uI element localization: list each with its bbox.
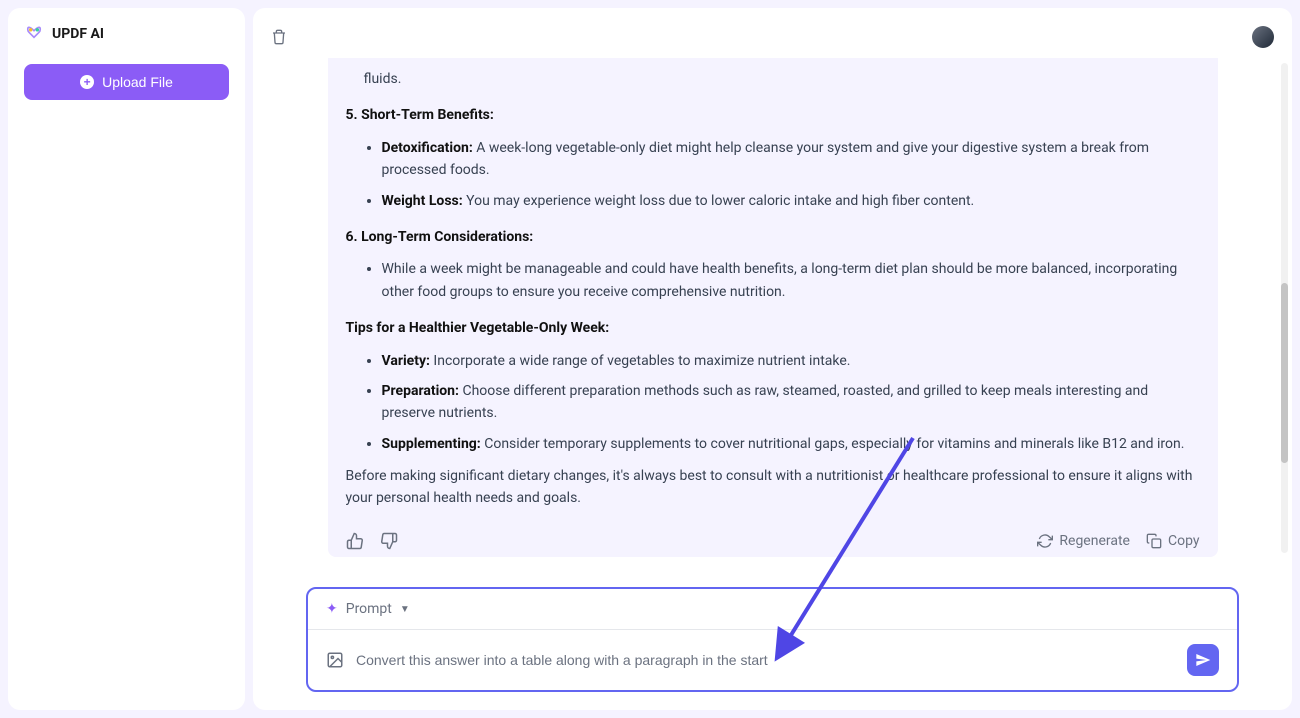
thumbs-down-icon[interactable] — [380, 532, 398, 550]
regenerate-icon — [1037, 533, 1053, 549]
upload-file-button[interactable]: + Upload File — [24, 64, 229, 100]
prompt-label: Prompt — [346, 601, 392, 617]
prompt-area: ✦ Prompt ▼ — [306, 587, 1239, 692]
copy-icon — [1146, 533, 1162, 549]
main-header — [271, 26, 1274, 48]
scrollbar-thumb[interactable] — [1281, 283, 1288, 463]
section-5-heading: 5. Short-Term Benefits: — [346, 104, 1200, 126]
prompt-selector[interactable]: ✦ Prompt ▼ — [308, 589, 1237, 630]
fluids-trail: fluids. — [346, 68, 1200, 90]
trash-icon[interactable] — [271, 29, 287, 45]
thumbs-up-icon[interactable] — [346, 532, 364, 550]
sidebar: UPDF AI + Upload File — [8, 8, 245, 710]
answer-card: fluids. 5. Short-Term Benefits: Detoxifi… — [328, 58, 1218, 557]
image-icon[interactable] — [326, 651, 344, 669]
supp-item: Supplementing: Consider temporary supple… — [382, 433, 1200, 455]
avatar[interactable] — [1252, 26, 1274, 48]
send-button[interactable] — [1187, 644, 1219, 676]
section-6-heading: 6. Long-Term Considerations: — [346, 226, 1200, 248]
detox-item: Detoxification: A week-long vegetable-on… — [382, 137, 1200, 182]
main-panel: fluids. 5. Short-Term Benefits: Detoxifi… — [253, 8, 1292, 710]
regenerate-button[interactable]: Regenerate — [1037, 530, 1130, 552]
chevron-down-icon: ▼ — [400, 604, 410, 615]
app-name: UPDF AI — [52, 26, 104, 42]
prep-item: Preparation: Choose different preparatio… — [382, 380, 1200, 425]
sidebar-header: UPDF AI — [24, 24, 229, 44]
variety-item: Variety: Incorporate a wide range of veg… — [382, 350, 1200, 372]
upload-label: Upload File — [102, 74, 173, 90]
sparkle-icon: ✦ — [326, 601, 338, 617]
send-icon — [1195, 652, 1211, 668]
plus-icon: + — [80, 75, 94, 89]
prompt-input-row — [308, 630, 1237, 690]
card-actions: Regenerate Copy — [346, 530, 1200, 552]
tips-heading: Tips for a Healthier Vegetable-Only Week… — [346, 317, 1200, 339]
longterm-item: While a week might be manageable and cou… — [382, 258, 1200, 303]
scrollbar[interactable] — [1281, 63, 1288, 553]
closing-paragraph: Before making significant dietary change… — [346, 465, 1200, 510]
copy-button[interactable]: Copy — [1146, 530, 1200, 552]
prompt-input[interactable] — [356, 652, 1175, 668]
weight-item: Weight Loss: You may experience weight l… — [382, 190, 1200, 212]
app-logo-icon — [24, 24, 44, 44]
content-area: fluids. 5. Short-Term Benefits: Detoxifi… — [271, 58, 1274, 557]
